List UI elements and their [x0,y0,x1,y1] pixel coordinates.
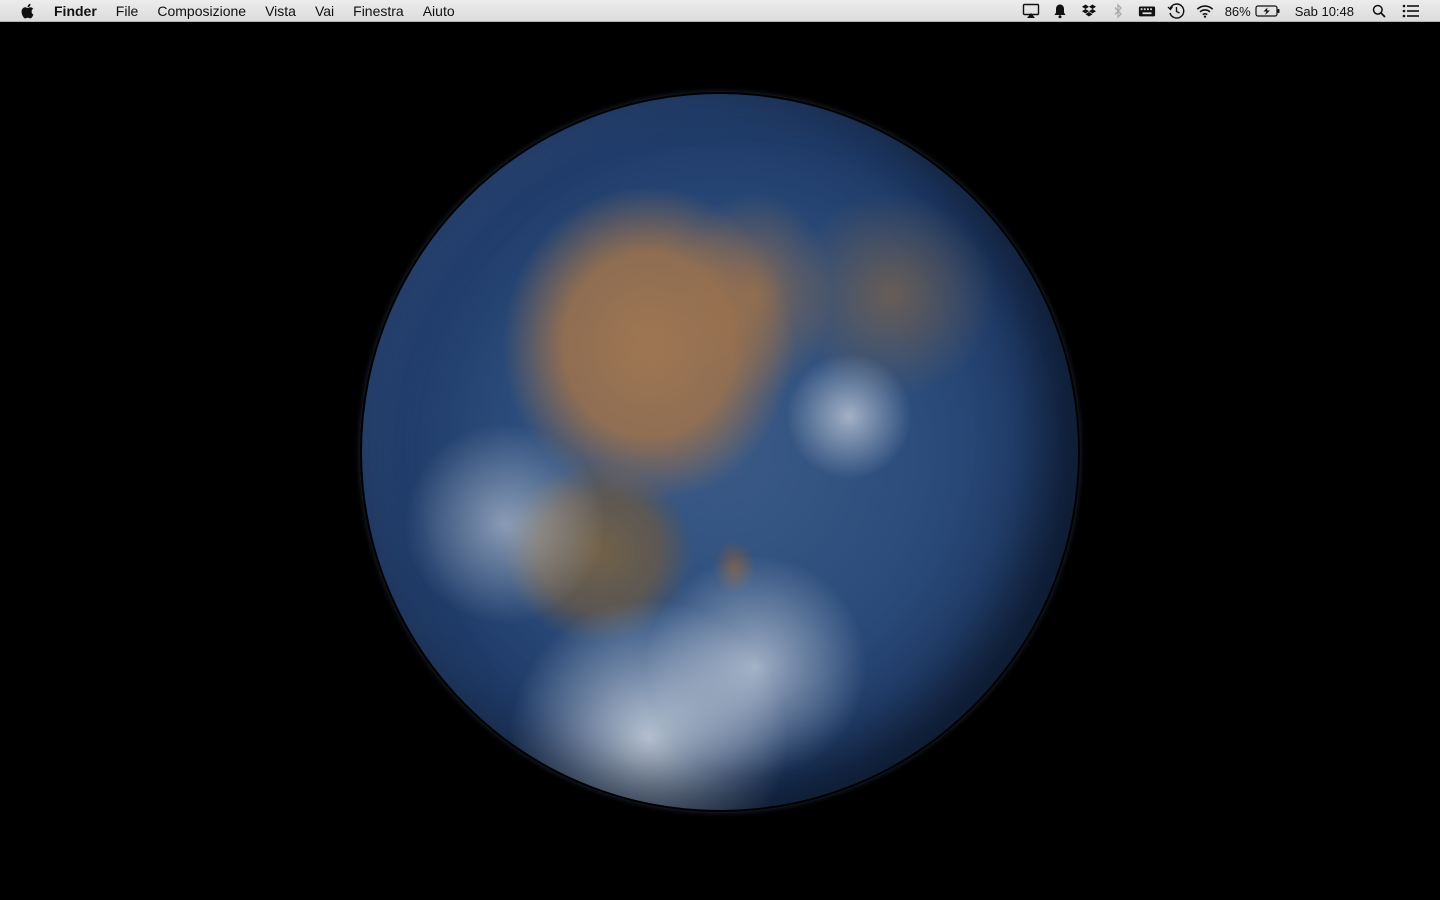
menu-file[interactable]: File [116,0,139,22]
menu-vai[interactable]: Vai [315,0,334,22]
menu-bar: Finder File Composizione Vista Vai Fines… [0,0,1440,22]
menu-clock[interactable]: Sab 10:48 [1295,4,1354,19]
bluetooth-icon[interactable] [1109,2,1127,20]
time-machine-icon[interactable] [1167,2,1185,20]
airplay-icon[interactable] [1022,2,1040,20]
menu-finder[interactable]: Finder [54,0,97,22]
earth-wallpaper-image [362,94,1078,810]
menu-aiuto[interactable]: Aiuto [423,0,455,22]
notifications-bell-icon[interactable] [1051,2,1069,20]
dropbox-icon[interactable] [1080,2,1098,20]
desktop[interactable] [0,22,1440,900]
menu-composizione[interactable]: Composizione [157,0,246,22]
spotlight-search-icon[interactable] [1370,2,1388,20]
battery-charging-icon[interactable] [1255,2,1281,20]
wifi-icon[interactable] [1196,2,1214,20]
keyboard-icon[interactable] [1138,2,1156,20]
battery-percentage[interactable]: 86% [1225,4,1251,19]
menu-bar-status-area: 86% Sab 10:48 [1011,0,1440,22]
menu-bar-left: Finder File Composizione Vista Vai Fines… [0,0,474,22]
notification-center-list-icon[interactable] [1402,2,1420,20]
menu-vista[interactable]: Vista [265,0,296,22]
menu-finestra[interactable]: Finestra [353,0,404,22]
apple-logo-icon[interactable] [18,2,36,20]
